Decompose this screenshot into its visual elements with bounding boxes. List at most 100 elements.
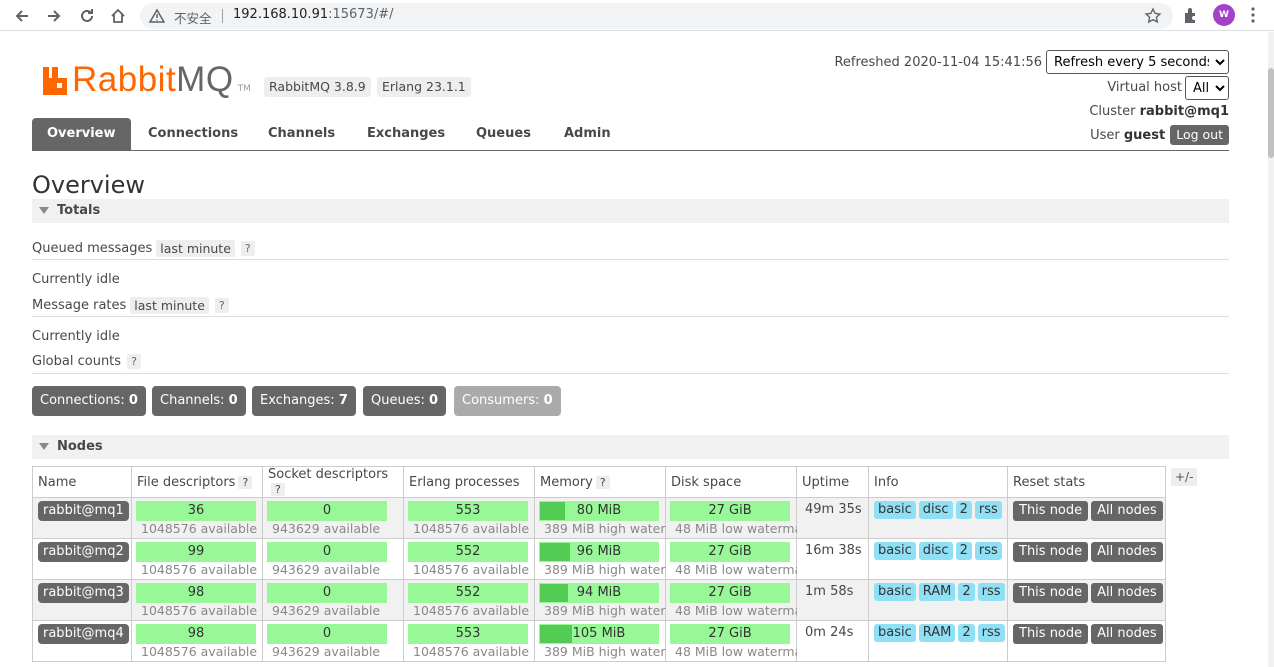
rates-help-icon[interactable]: ? (214, 298, 229, 313)
erlang-processes-bar: 552 (408, 542, 528, 562)
reset-this-node-button[interactable]: This node (1013, 542, 1089, 562)
cell-name: rabbit@mq2 (32, 538, 132, 580)
info-tag[interactable]: RAM (918, 583, 956, 601)
info-tag[interactable]: rss (974, 542, 1002, 560)
disk-space-bar: 27 GiB (670, 583, 790, 603)
cell-reset-stats: This node All nodes (1007, 579, 1166, 621)
reset-all-nodes-button[interactable]: All nodes (1091, 501, 1163, 521)
node-name-link[interactable]: rabbit@mq2 (38, 542, 129, 562)
reload-icon[interactable] (75, 4, 99, 28)
bookmark-star-icon[interactable] (1144, 7, 1162, 25)
tab-admin[interactable]: Admin (549, 118, 626, 150)
profile-avatar[interactable]: W (1213, 4, 1235, 26)
virtual-host-select[interactable]: All (1185, 76, 1229, 100)
forward-icon[interactable] (42, 4, 66, 28)
reset-all-nodes-button[interactable]: All nodes (1091, 542, 1163, 562)
help-icon[interactable]: ? (271, 483, 285, 496)
refresh-interval-select[interactable]: Refresh every 5 seconds (1046, 50, 1229, 74)
bar-subtext: 1048576 available (141, 521, 258, 536)
address-bar[interactable]: 不安全 192.168.10.91:15673/#/ (140, 3, 1173, 29)
info-tag[interactable]: basic (874, 501, 916, 519)
bar-subtext: 48 MiB low watermark (675, 644, 815, 659)
cell-erlang-processes: 553 1048576 available (403, 620, 535, 662)
help-icon[interactable]: ? (595, 475, 610, 489)
queues-count-button[interactable]: Queues: 0 (363, 386, 447, 416)
col-erlang-processes: Erlang processes (403, 466, 535, 498)
tab-connections[interactable]: Connections (133, 118, 253, 150)
help-icon[interactable]: ? (238, 475, 253, 489)
back-icon[interactable] (10, 4, 34, 28)
logo-wordmark: RabbitMQ (72, 62, 234, 98)
logo-mq: MQ (176, 60, 234, 99)
bar-value: 99 (187, 544, 205, 559)
bar-value: 0 (322, 544, 332, 559)
connections-count-button[interactable]: Connections: 0 (32, 386, 146, 416)
info-tag[interactable]: 2 (955, 542, 972, 560)
reset-all-nodes-button[interactable]: All nodes (1091, 583, 1163, 603)
nodes-section-toggle[interactable]: Nodes (32, 435, 1229, 459)
global-counts-label: Global counts (32, 354, 122, 369)
consumers-count-button[interactable]: Consumers: 0 (454, 386, 561, 416)
info-tag[interactable]: rss (977, 583, 1005, 601)
browser-menu-icon[interactable] (1250, 6, 1256, 24)
socket-descriptors-bar: 0 (267, 501, 387, 521)
tab-exchanges[interactable]: Exchanges (352, 118, 460, 150)
channels-count-button[interactable]: Channels: 0 (152, 386, 246, 416)
erlang-processes-bar: 552 (408, 583, 528, 603)
info-tag[interactable]: basic (874, 542, 916, 560)
security-label[interactable]: 不安全 (174, 8, 212, 27)
node-name-link[interactable]: rabbit@mq4 (38, 624, 129, 644)
info-tags: basic RAM 2 rss (874, 583, 1008, 601)
home-icon[interactable] (106, 4, 130, 28)
info-tag[interactable]: rss (977, 624, 1005, 642)
info-tag[interactable]: disc (918, 542, 953, 560)
reset-all-nodes-button[interactable]: All nodes (1091, 624, 1163, 644)
cell-name: rabbit@mq1 (32, 497, 132, 539)
info-tag[interactable]: rss (974, 501, 1002, 519)
tab-channels[interactable]: Channels (253, 118, 350, 150)
toggle-columns-button[interactable]: +/- (1171, 468, 1198, 486)
cell-file-descriptors: 36 1048576 available (131, 497, 263, 539)
refreshed-timestamp: Refreshed 2020-11-04 15:41:56 (834, 54, 1042, 70)
info-tag[interactable]: 2 (958, 624, 975, 642)
totals-section-toggle[interactable]: Totals (32, 199, 1229, 223)
bar-value: 0 (322, 626, 332, 641)
url-text[interactable]: 192.168.10.91:15673/#/ (233, 7, 394, 22)
info-tag[interactable]: basic (874, 583, 916, 601)
bar-value: 27 GiB (708, 544, 752, 559)
info-tag[interactable]: 2 (958, 583, 975, 601)
tab-overview[interactable]: Overview (32, 118, 131, 150)
exchanges-count-button[interactable]: Exchanges: 7 (252, 386, 356, 416)
queued-idle-text: Currently idle (32, 272, 120, 287)
rabbitmq-logo[interactable]: RabbitMQ TM (42, 58, 251, 98)
erlang-processes-bar: 553 (408, 501, 528, 521)
table-row: rabbit@mq3 98 1048576 available 0 943629… (32, 579, 1166, 621)
bar-value: 0 (322, 585, 332, 600)
node-name-link[interactable]: rabbit@mq1 (38, 501, 129, 521)
tab-queues[interactable]: Queues (461, 118, 546, 150)
queued-range-selector[interactable]: last minute (156, 240, 235, 257)
warning-icon[interactable] (149, 8, 165, 24)
count-label: Channels: (160, 393, 225, 408)
cell-socket-descriptors: 0 943629 available (262, 620, 404, 662)
reset-this-node-button[interactable]: This node (1013, 624, 1089, 644)
bar-subtext: 1048576 available (413, 603, 530, 618)
info-tag[interactable]: disc (918, 501, 953, 519)
info-tags: basic disc 2 rss (874, 542, 1005, 560)
reset-this-node-button[interactable]: This node (1013, 501, 1089, 521)
reset-this-node-button[interactable]: This node (1013, 583, 1089, 603)
info-tag[interactable]: 2 (955, 501, 972, 519)
table-header-row: Name File descriptors? Socket descriptor… (32, 466, 1166, 498)
cell-memory: 105 MiB 389 MiB high watermark (534, 620, 697, 662)
queued-messages-row: Queued messages last minute ? (32, 240, 1229, 257)
global-counts-help-icon[interactable]: ? (127, 354, 141, 369)
queued-help-icon[interactable]: ? (240, 241, 255, 256)
info-tag[interactable]: basic (874, 624, 916, 642)
node-name-link[interactable]: rabbit@mq3 (38, 583, 129, 603)
collapse-triangle-icon (39, 443, 49, 450)
rates-range-selector[interactable]: last minute (130, 297, 209, 314)
cell-name: rabbit@mq4 (32, 620, 132, 662)
extensions-icon[interactable] (1182, 6, 1200, 24)
cell-erlang-processes: 552 1048576 available (403, 579, 535, 621)
info-tag[interactable]: RAM (918, 624, 956, 642)
